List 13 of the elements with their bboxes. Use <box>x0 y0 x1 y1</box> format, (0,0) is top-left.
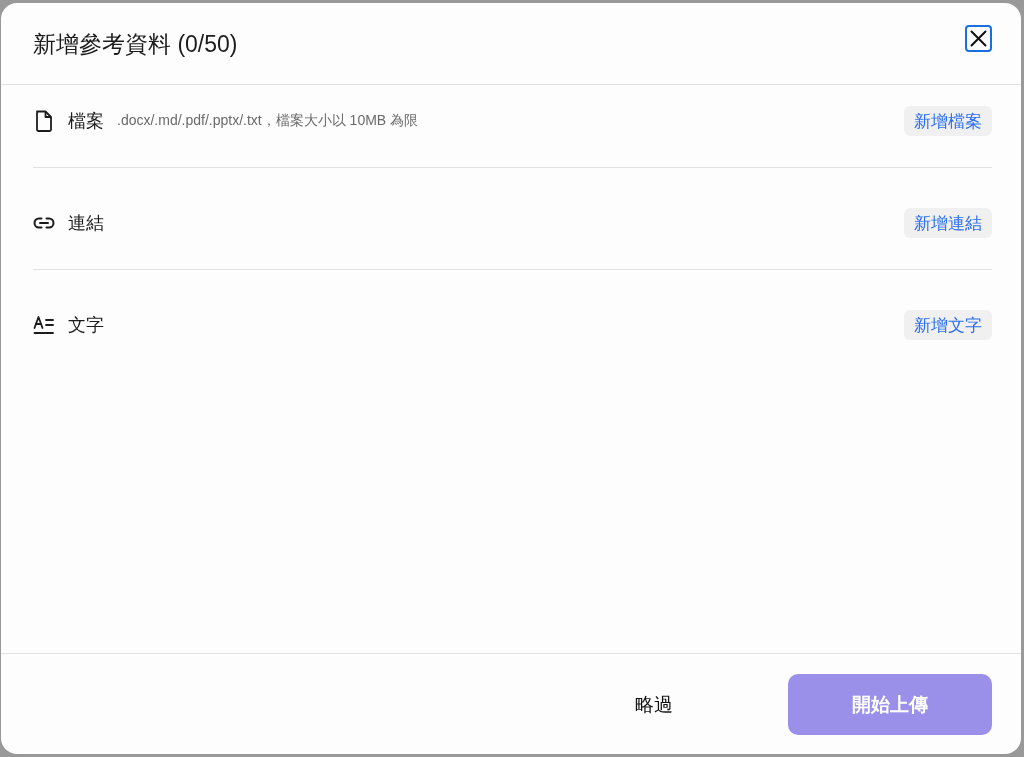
add-button[interactable]: 新增檔案 <box>904 106 992 136</box>
add-button[interactable]: 新增文字 <box>904 310 992 340</box>
dialog-title: 新增參考資料 (0/50) <box>33 29 238 59</box>
close-button[interactable] <box>965 25 992 52</box>
file-icon <box>33 110 55 132</box>
hint-text: .docx/.md/.pdf/.pptx/.txt，檔案大小以 10MB 為限 <box>117 112 419 130</box>
skip-button[interactable]: 略過 <box>611 674 697 735</box>
source-label: 文字 <box>68 314 104 337</box>
text-format-icon <box>33 314 55 336</box>
add-button[interactable]: 新增連結 <box>904 208 992 238</box>
source-label: 檔案 <box>68 110 104 133</box>
source-label: 連結 <box>68 212 104 235</box>
close-icon <box>970 30 987 47</box>
